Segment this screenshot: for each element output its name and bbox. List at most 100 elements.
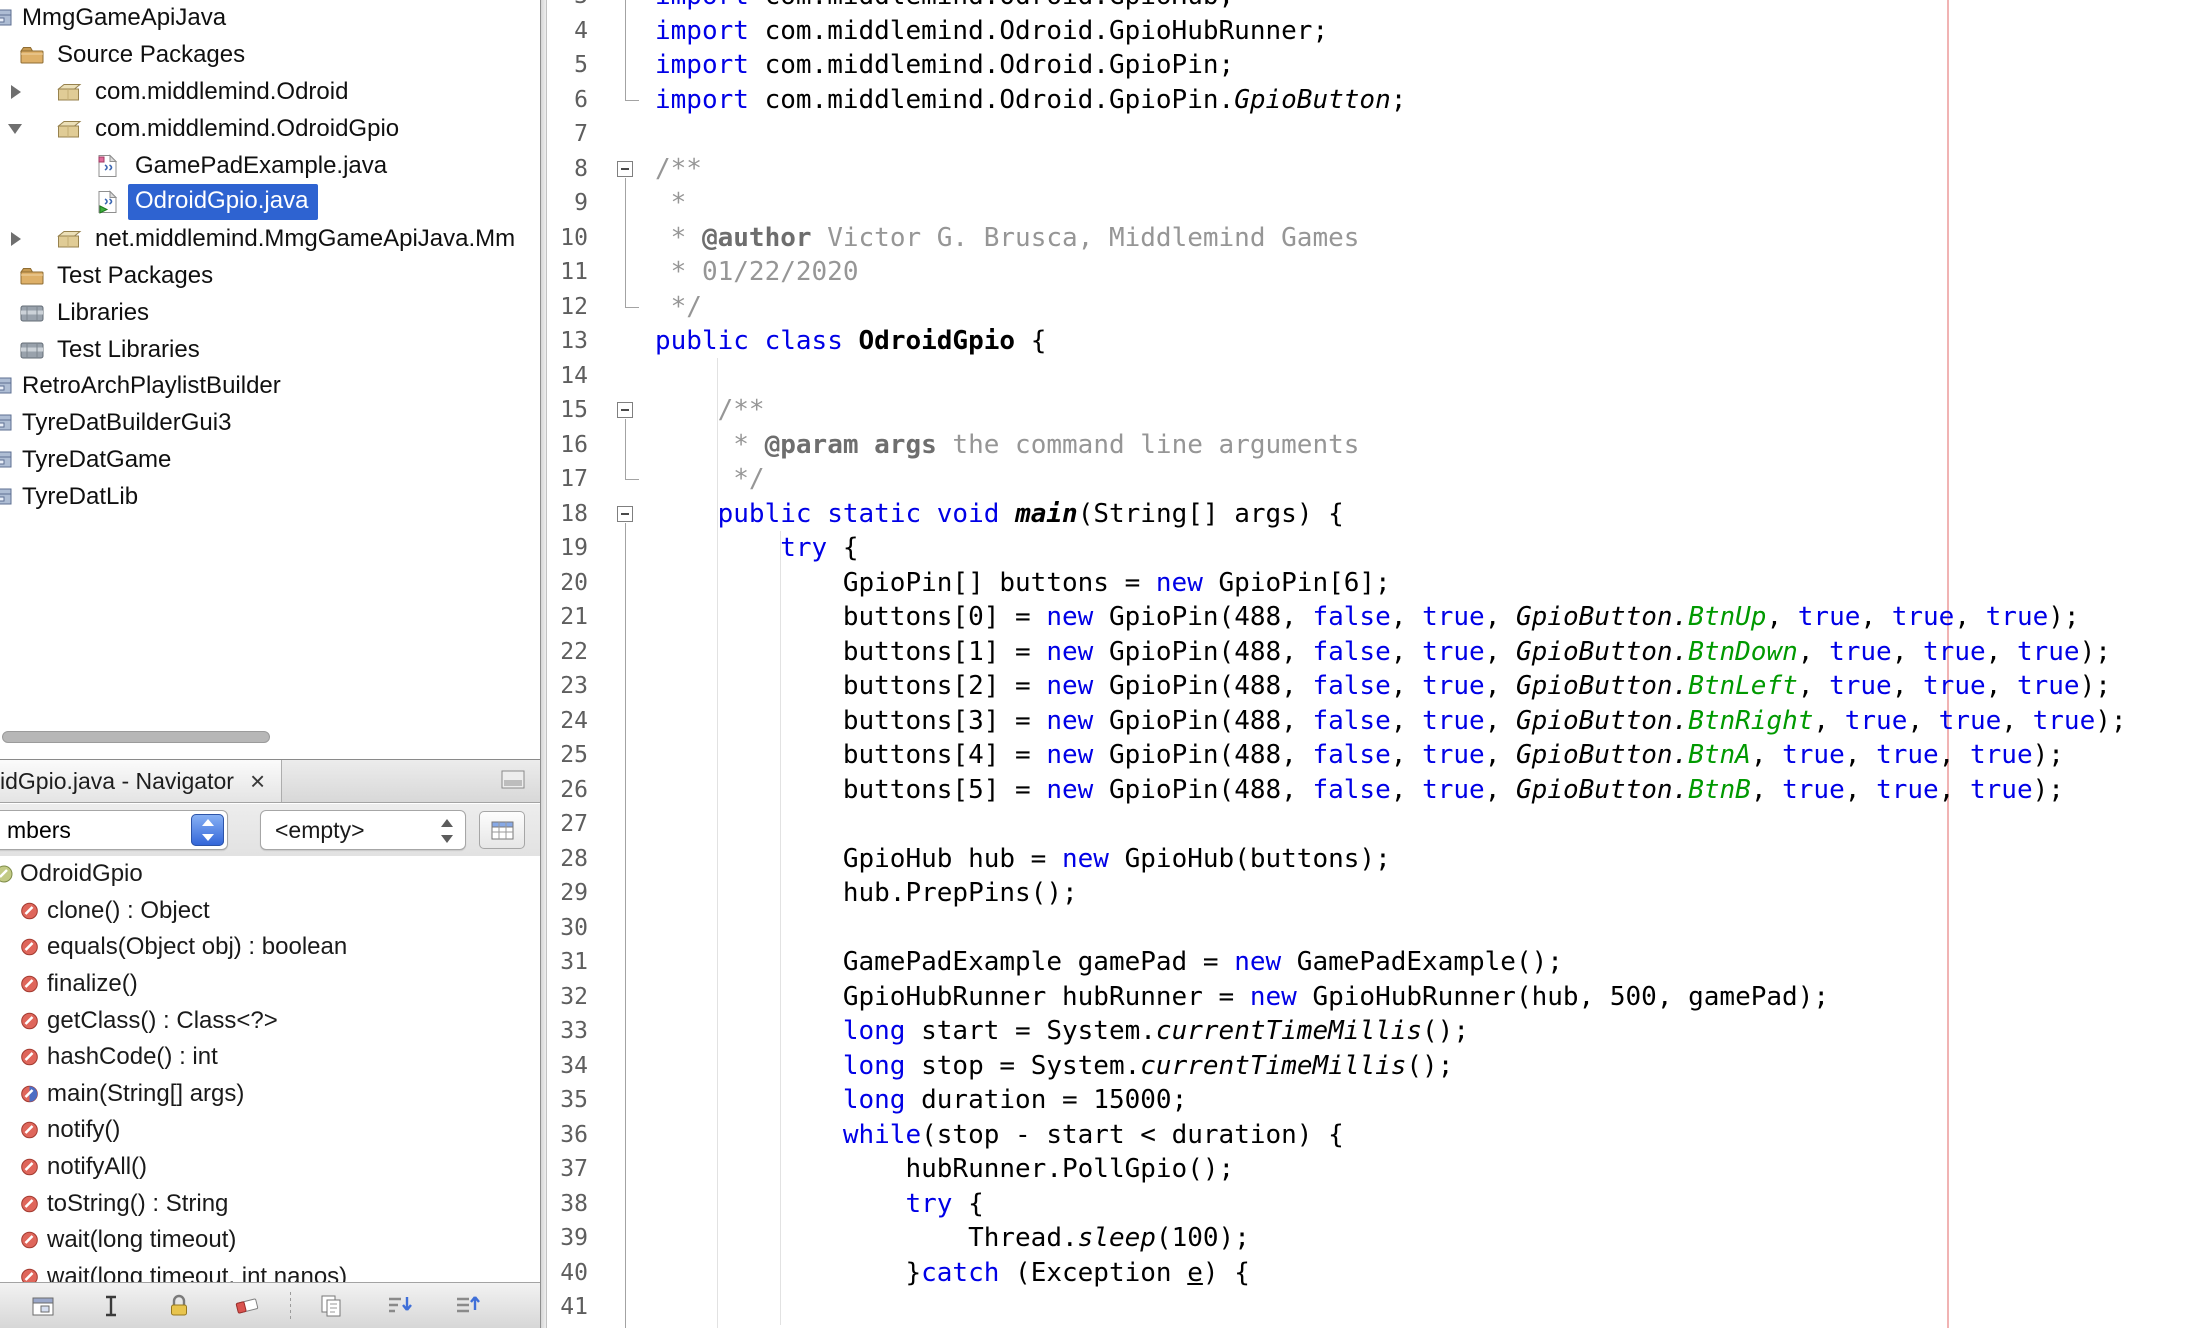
line-number[interactable]: 34: [547, 1049, 597, 1084]
code-line-36[interactable]: 36 while(stop - start < duration) {: [547, 1118, 2127, 1153]
show-non-public-button[interactable]: [230, 1290, 264, 1322]
tree-item-test-packages[interactable]: Test Packages: [0, 258, 540, 295]
line-number[interactable]: 31: [547, 945, 597, 980]
line-number[interactable]: 42: [547, 1325, 597, 1328]
panel-splitter[interactable]: [540, 0, 547, 1328]
code-line-17[interactable]: 17 */: [547, 462, 2127, 497]
code-line-3[interactable]: 3import com.middlemind.Odroid.GpioHub;: [547, 0, 2127, 14]
navigator-tab[interactable]: idGpio.java - Navigator ×: [0, 760, 282, 802]
line-number[interactable]: 35: [547, 1083, 597, 1118]
line-number[interactable]: 25: [547, 738, 597, 773]
sort-by-source-button[interactable]: [451, 1290, 485, 1322]
code-line-37[interactable]: 37 hubRunner.PollGpio();: [547, 1152, 2127, 1187]
line-number[interactable]: 18: [547, 497, 597, 532]
line-number[interactable]: 41: [547, 1290, 597, 1325]
tree-item-test-libraries[interactable]: Test Libraries: [0, 331, 540, 368]
tree-item-libraries[interactable]: Libraries: [0, 294, 540, 331]
member-item-tostring-string[interactable]: toString() : String: [0, 1185, 540, 1222]
code-line-16[interactable]: 16 * @param args the command line argume…: [547, 428, 2127, 463]
code-line-4[interactable]: 4import com.middlemind.Odroid.GpioHubRun…: [547, 14, 2127, 49]
fold-collapse-icon[interactable]: [617, 506, 633, 522]
code-line-26[interactable]: 26 buttons[5] = new GpioPin(488, false, …: [547, 773, 2127, 808]
tree-item-tyredatlib[interactable]: TyreDatLib: [0, 478, 540, 515]
line-number[interactable]: 7: [547, 117, 597, 152]
code-line-10[interactable]: 10 * @author Victor G. Brusca, Middlemin…: [547, 221, 2127, 256]
line-number[interactable]: 26: [547, 773, 597, 808]
member-item-wait-long-timeout-int-nanos[interactable]: wait(long timeout, int nanos): [0, 1259, 540, 1282]
line-number[interactable]: 14: [547, 359, 597, 394]
line-number[interactable]: 23: [547, 669, 597, 704]
line-number[interactable]: 3: [547, 0, 597, 14]
show-static-button[interactable]: [162, 1290, 196, 1322]
line-number[interactable]: 28: [547, 842, 597, 877]
fold-margin[interactable]: [597, 152, 655, 187]
code-line-13[interactable]: 13public class OdroidGpio {: [547, 324, 2127, 359]
member-item-clone-object[interactable]: clone() : Object: [0, 893, 540, 930]
code-line-5[interactable]: 5import com.middlemind.Odroid.GpioPin;: [547, 48, 2127, 83]
fold-margin[interactable]: [597, 497, 655, 532]
show-inherited-button[interactable]: [26, 1290, 60, 1322]
line-number[interactable]: 20: [547, 566, 597, 601]
member-item-wait-long-timeout[interactable]: wait(long timeout): [0, 1222, 540, 1259]
close-icon[interactable]: ×: [250, 768, 265, 794]
show-fields-button[interactable]: [94, 1290, 128, 1322]
expand-all-button[interactable]: [315, 1290, 349, 1322]
code-line-24[interactable]: 24 buttons[3] = new GpioPin(488, false, …: [547, 704, 2127, 739]
horizontal-scrollbar-thumb[interactable]: [2, 731, 270, 743]
line-number[interactable]: 30: [547, 911, 597, 946]
code-line-38[interactable]: 38 try {: [547, 1187, 2127, 1222]
line-number[interactable]: 11: [547, 255, 597, 290]
code-line-20[interactable]: 20 GpioPin[] buttons = new GpioPin[6];: [547, 566, 2127, 601]
code-line-14[interactable]: 14: [547, 359, 2127, 394]
line-number[interactable]: 6: [547, 83, 597, 118]
tree-item-com-middlemind-odroidgpio[interactable]: com.middlemind.OdroidGpio: [0, 110, 540, 147]
code-line-33[interactable]: 33 long start = System.currentTimeMillis…: [547, 1014, 2127, 1049]
code-line-28[interactable]: 28 GpioHub hub = new GpioHub(buttons);: [547, 842, 2127, 877]
tree-item-com-middlemind-odroid[interactable]: com.middlemind.Odroid: [0, 74, 540, 111]
tree-item-mmggameapijava[interactable]: MmgGameApiJava: [0, 0, 540, 37]
tree-item-net-middlemind-mmggameapijava-mm[interactable]: net.middlemind.MmgGameApiJava.Mm: [0, 221, 540, 258]
code-line-42[interactable]: 42 }: [547, 1325, 2127, 1328]
tree-item-retroarchplaylistbuilder[interactable]: RetroArchPlaylistBuilder: [0, 368, 540, 405]
code-line-41[interactable]: 41: [547, 1290, 2127, 1325]
line-number[interactable]: 12: [547, 290, 597, 325]
fold-collapse-icon[interactable]: [617, 402, 633, 418]
code-line-35[interactable]: 35 long duration = 15000;: [547, 1083, 2127, 1118]
line-number[interactable]: 36: [547, 1118, 597, 1153]
code-line-22[interactable]: 22 buttons[1] = new GpioPin(488, false, …: [547, 635, 2127, 670]
code-line-6[interactable]: 6import com.middlemind.Odroid.GpioPin.Gp…: [547, 83, 2127, 118]
line-number[interactable]: 38: [547, 1187, 597, 1222]
code-line-18[interactable]: 18 public static void main(String[] args…: [547, 497, 2127, 532]
line-number[interactable]: 8: [547, 152, 597, 187]
members-view-combo[interactable]: mbers: [0, 810, 228, 850]
filter-combo[interactable]: <empty>: [260, 810, 466, 850]
line-number[interactable]: 40: [547, 1256, 597, 1291]
member-item-equals-object-obj-boolean[interactable]: equals(Object obj) : boolean: [0, 929, 540, 966]
line-number[interactable]: 16: [547, 428, 597, 463]
line-number[interactable]: 37: [547, 1152, 597, 1187]
code-line-19[interactable]: 19 try {: [547, 531, 2127, 566]
tree-item-gamepadexample-java[interactable]: GamePadExample.java: [0, 147, 540, 184]
line-number[interactable]: 21: [547, 600, 597, 635]
line-number[interactable]: 39: [547, 1221, 597, 1256]
code-line-40[interactable]: 40 }catch (Exception e) {: [547, 1256, 2127, 1291]
tree-item-source-packages[interactable]: Source Packages: [0, 37, 540, 74]
code-line-7[interactable]: 7: [547, 117, 2127, 152]
sort-by-name-button[interactable]: [383, 1290, 417, 1322]
line-number[interactable]: 27: [547, 807, 597, 842]
code-line-11[interactable]: 11 * 01/22/2020: [547, 255, 2127, 290]
member-item-odroidgpio[interactable]: OdroidGpio: [0, 856, 540, 893]
combo-stepper-icon[interactable]: [191, 814, 224, 846]
line-number[interactable]: 13: [547, 324, 597, 359]
fold-margin[interactable]: [597, 393, 655, 428]
line-number[interactable]: 15: [547, 393, 597, 428]
code-line-32[interactable]: 32 GpioHubRunner hubRunner = new GpioHub…: [547, 980, 2127, 1015]
code-editor[interactable]: 3import com.middlemind.Odroid.GpioHub;4i…: [547, 0, 2188, 1328]
code-line-21[interactable]: 21 buttons[0] = new GpioPin(488, false, …: [547, 600, 2127, 635]
line-number[interactable]: 32: [547, 980, 597, 1015]
code-line-9[interactable]: 9 *: [547, 186, 2127, 221]
tree-item-odroidgpio-java[interactable]: OdroidGpio.java: [0, 184, 540, 221]
code-line-12[interactable]: 12 */: [547, 290, 2127, 325]
line-number[interactable]: 4: [547, 14, 597, 49]
code-line-31[interactable]: 31 GamePadExample gamePad = new GamePadE…: [547, 945, 2127, 980]
